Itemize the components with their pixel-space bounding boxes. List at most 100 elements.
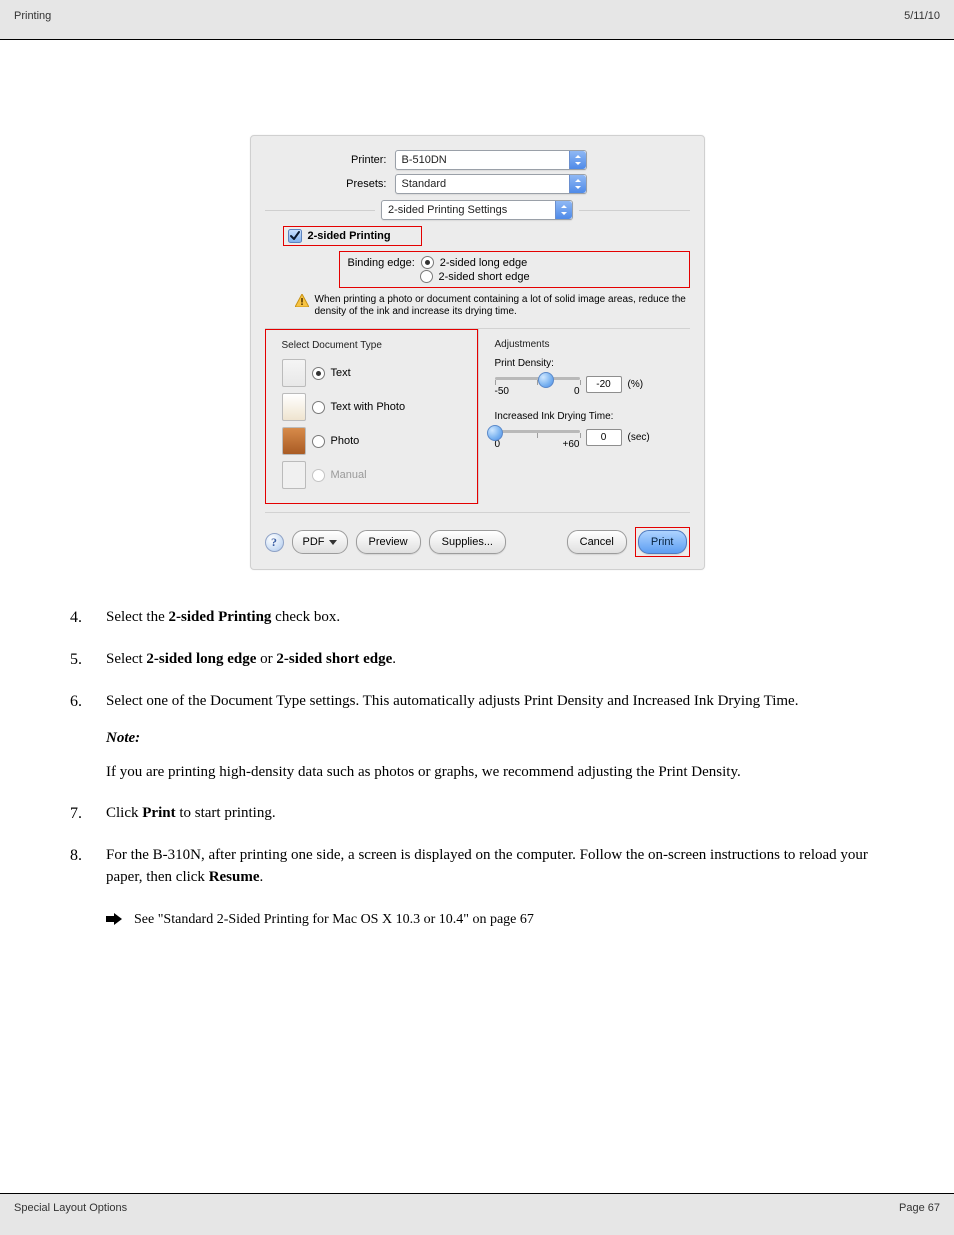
print-density-value[interactable]: -20	[586, 376, 622, 393]
adjustments-group: Adjustments Print Density:	[478, 329, 690, 504]
adjustments-title: Adjustments	[495, 339, 678, 350]
doctype-text-option[interactable]: Text	[282, 359, 465, 387]
step-4-bold1: 2-sided Printing	[168, 609, 271, 625]
step-7-textA: Click	[106, 805, 142, 821]
step-8: 8. For the B-310N, after printing one si…	[70, 844, 884, 934]
doctype-photo-radio[interactable]	[312, 435, 325, 448]
step-6: 6. Select one of the Document Type setti…	[70, 690, 884, 784]
two-sided-printing-checkbox[interactable]: 2-sided Printing	[283, 226, 422, 246]
doctype-photo-label: Photo	[331, 435, 360, 447]
step-6-note-body: If you are printing high-density data su…	[106, 764, 741, 780]
preview-button[interactable]: Preview	[356, 530, 421, 554]
step-7-num: 7.	[70, 802, 92, 826]
header-left: Printing	[14, 10, 51, 22]
doctype-textwithphoto-radio[interactable]	[312, 401, 325, 414]
doctype-textwithphoto-icon	[282, 393, 306, 421]
binding-long-edge-radio[interactable]	[421, 256, 434, 269]
header-right: 5/11/10	[904, 10, 940, 22]
pdf-label: PDF	[303, 536, 325, 548]
step-4-num: 4.	[70, 606, 92, 630]
print-dialog: Printer: B-510DN Presets: Standard	[250, 135, 705, 570]
panel-select[interactable]: 2-sided Printing Settings	[381, 200, 573, 220]
dropdown-arrows-icon	[569, 151, 586, 169]
doctype-manual-option: Manual	[282, 461, 465, 489]
step-5-textB: or	[256, 651, 276, 667]
warning-text: When printing a photo or document contai…	[315, 294, 690, 318]
step-7-bold1: Print	[142, 805, 175, 821]
supplies-button[interactable]: Supplies...	[429, 530, 506, 554]
doctype-textwithphoto-option[interactable]: Text with Photo	[282, 393, 465, 421]
printer-select[interactable]: B-510DN	[395, 150, 587, 170]
dropdown-arrows-icon	[569, 175, 586, 193]
printer-label: Printer:	[265, 154, 395, 166]
checkbox-checked-icon	[288, 229, 302, 243]
print-density-label: Print Density:	[495, 358, 678, 369]
step-5-bold2: 2-sided short edge	[276, 651, 392, 667]
drytime-slider-knob[interactable]	[487, 425, 503, 441]
binding-edge-label: Binding edge:	[348, 257, 415, 269]
print-density-max: 0	[574, 386, 580, 397]
drytime-slider[interactable]	[495, 425, 580, 439]
doctype-text-label: Text	[331, 367, 351, 379]
printer-row: Printer: B-510DN	[265, 150, 690, 170]
drytime-unit: (sec)	[628, 432, 650, 443]
print-density-slider-knob[interactable]	[538, 372, 554, 388]
settings-groups: Select Document Type Text Text with Phot…	[265, 328, 690, 504]
dialog-divider	[265, 512, 690, 513]
step-6-textA: Select one of the Document Type settings…	[106, 693, 798, 709]
binding-short-edge-radio[interactable]	[420, 270, 433, 283]
drytime-label: Increased Ink Drying Time:	[495, 411, 678, 422]
print-density-unit: (%)	[628, 379, 644, 390]
step-7-textB: to start printing.	[176, 805, 276, 821]
panel-value: 2-sided Printing Settings	[388, 201, 555, 219]
step-8-textB: .	[260, 869, 264, 885]
pdf-button[interactable]: PDF	[292, 530, 348, 554]
drytime-max: +60	[563, 439, 580, 450]
binding-short-edge-label: 2-sided short edge	[439, 271, 530, 283]
dialog-button-row: ? PDF Preview Supplies... Cancel Print	[265, 527, 690, 557]
print-density-slider[interactable]	[495, 372, 580, 386]
doctype-photo-icon	[282, 427, 306, 455]
see-reference: See "Standard 2-Sided Printing for Mac O…	[106, 909, 534, 930]
step-4-textA: Select the	[106, 609, 168, 625]
doctype-textwithphoto-label: Text with Photo	[331, 401, 406, 413]
doctype-text-radio[interactable]	[312, 367, 325, 380]
step-5-bold1: 2-sided long edge	[146, 651, 256, 667]
dropdown-arrows-icon	[555, 201, 572, 219]
doctype-photo-option[interactable]: Photo	[282, 427, 465, 455]
footer-right: Page 67	[899, 1202, 940, 1214]
step-4: 4. Select the 2-sided Printing check box…	[70, 606, 884, 630]
presets-select[interactable]: Standard	[395, 174, 587, 194]
print-button-highlight: Print	[635, 527, 690, 557]
page-footer: Special Layout Options Page 67	[0, 1193, 954, 1235]
step-5-num: 5.	[70, 648, 92, 672]
binding-long-edge-label: 2-sided long edge	[440, 257, 527, 269]
step-5: 5. Select 2-sided long edge or 2-sided s…	[70, 648, 884, 672]
help-button[interactable]: ?	[265, 533, 284, 552]
presets-label: Presets:	[265, 178, 395, 190]
doctype-text-icon	[282, 359, 306, 387]
doctype-manual-icon	[282, 461, 306, 489]
warning-row: When printing a photo or document contai…	[295, 294, 690, 318]
step-5-textC: .	[392, 651, 396, 667]
footer-left: Special Layout Options	[14, 1202, 127, 1214]
step-8-bold1: Resume	[209, 869, 260, 885]
dialog-screenshot: Printer: B-510DN Presets: Standard	[0, 135, 954, 570]
step-4-textB: check box.	[271, 609, 340, 625]
step-7: 7. Click Print to start printing.	[70, 802, 884, 826]
doctype-manual-radio	[312, 469, 325, 482]
chevron-down-icon	[329, 540, 337, 545]
cancel-button[interactable]: Cancel	[567, 530, 627, 554]
printer-value: B-510DN	[402, 151, 569, 169]
binding-edge-group: Binding edge: 2-sided long edge 2-sided …	[339, 251, 690, 288]
presets-value: Standard	[402, 175, 569, 193]
document-type-title: Select Document Type	[282, 340, 465, 351]
arrow-right-icon	[106, 912, 122, 926]
drytime-value[interactable]: 0	[586, 429, 622, 446]
step-6-note-label: Note:	[106, 727, 140, 750]
document-type-group: Select Document Type Text Text with Phot…	[265, 329, 478, 504]
step-8-num: 8.	[70, 844, 92, 934]
print-density-min: -50	[495, 386, 509, 397]
panel-divider: 2-sided Printing Settings	[265, 200, 690, 220]
print-button[interactable]: Print	[638, 530, 687, 554]
